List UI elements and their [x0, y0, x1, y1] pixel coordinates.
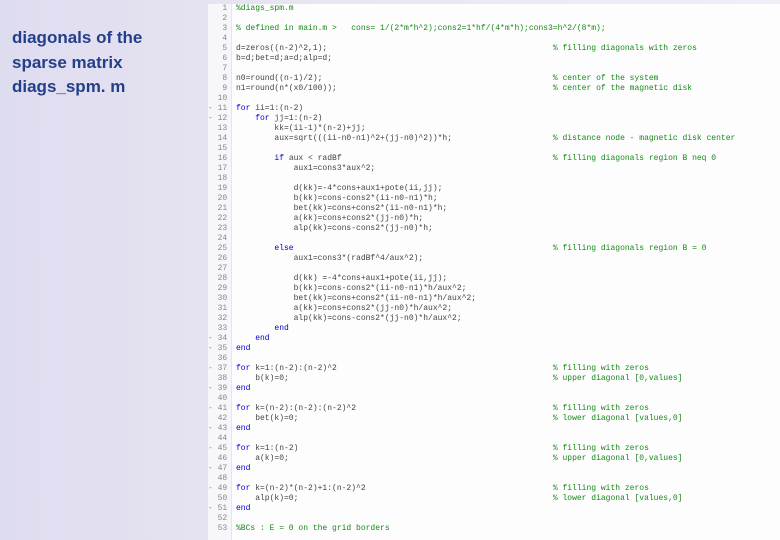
title-line-3: diags_spm. m — [12, 75, 202, 100]
slide: diagonals of the sparse matrix diags_spm… — [0, 0, 780, 540]
title-line-1: diagonals of the — [12, 26, 202, 51]
title-line-2: sparse matrix — [12, 51, 202, 76]
code-gutter: 1 2 3 4 5 6 7 8 9 10 - 11 - 12 13 14 15 … — [208, 4, 232, 540]
slide-title-block: diagonals of the sparse matrix diags_spm… — [12, 26, 202, 100]
code-body[interactable]: %diags_spm.m % defined in main.m > cons=… — [232, 4, 780, 540]
code-editor: 1 2 3 4 5 6 7 8 9 10 - 11 - 12 13 14 15 … — [208, 4, 780, 540]
